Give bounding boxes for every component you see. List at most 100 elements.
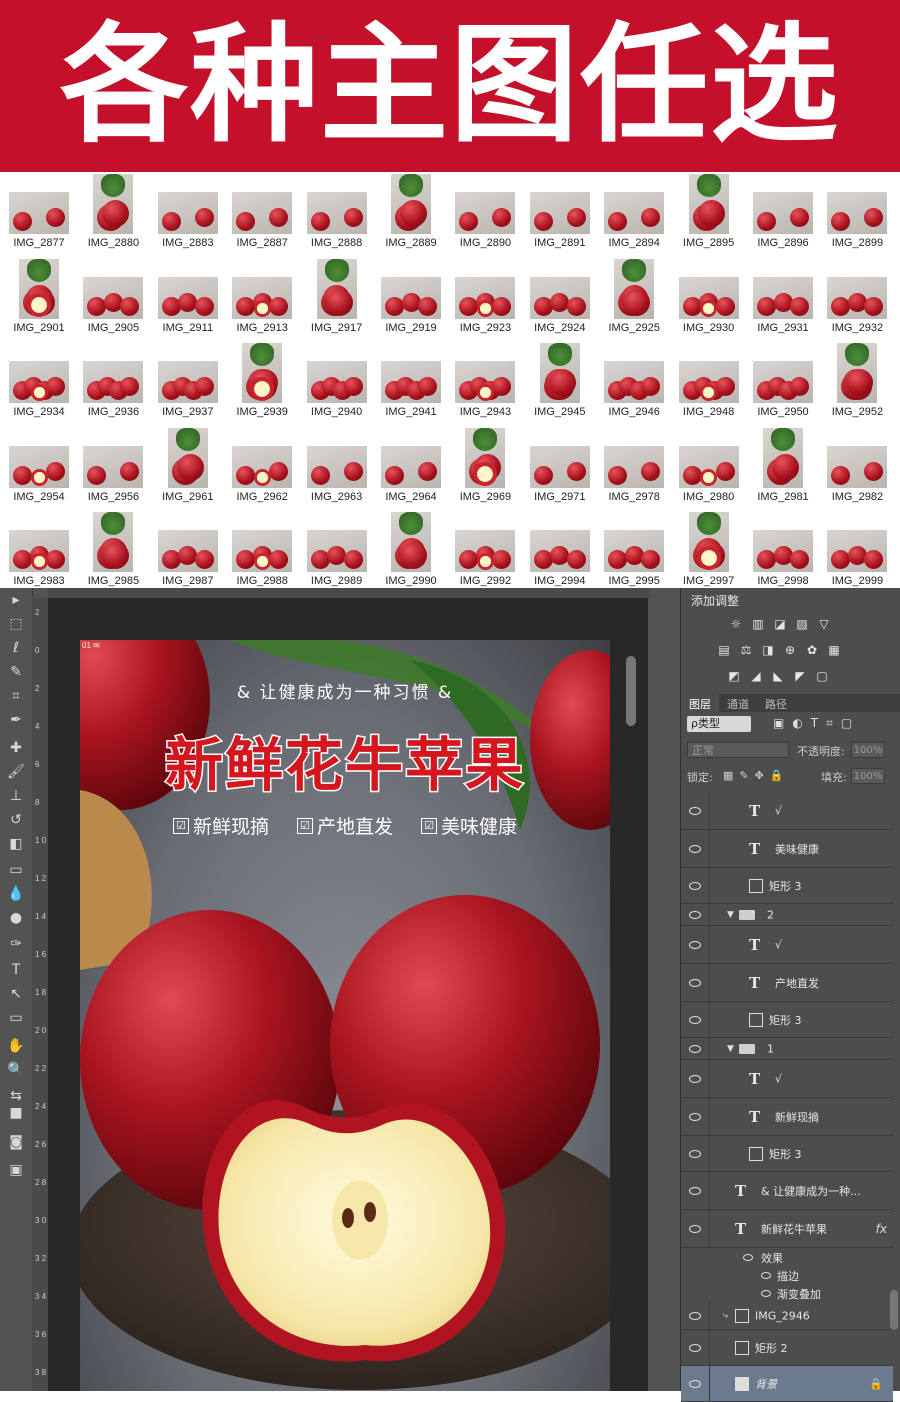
eye-icon[interactable] bbox=[689, 1343, 701, 1352]
stamp-tool-icon[interactable]: ⊥ bbox=[6, 786, 26, 806]
quick-mask-icon[interactable]: ◙ bbox=[6, 1132, 26, 1152]
history-brush-icon[interactable]: ↺ bbox=[6, 810, 26, 830]
thumbnail-item[interactable]: IMG_2932 bbox=[820, 257, 894, 334]
eraser-icon[interactable]: ◧ bbox=[6, 834, 26, 854]
hand-tool-icon[interactable]: ✋ bbox=[6, 1036, 26, 1056]
thumbnail-item[interactable]: IMG_2969 bbox=[448, 426, 522, 503]
thumbnail-item[interactable]: IMG_2997 bbox=[672, 510, 746, 587]
adjustment-layer-icon[interactable]: ▤ bbox=[717, 644, 731, 656]
thumbnail-item[interactable]: IMG_2954 bbox=[2, 426, 76, 503]
document-canvas[interactable]: 01 ✉ & 让健康成为一种习惯 & 新鲜花牛苹果 ☑ 新鲜现摘 ☑ 产地直发 ☑ 美… bbox=[80, 640, 610, 1391]
adjustment-layer-icon[interactable]: ⚖ bbox=[739, 644, 753, 656]
healing-brush-icon[interactable]: ✚ bbox=[6, 738, 26, 758]
adjustment-layer-icon[interactable]: ◪ bbox=[773, 618, 787, 630]
crop-tool-icon[interactable]: ⌗ bbox=[6, 686, 26, 706]
dodge-tool-icon[interactable]: ● bbox=[6, 908, 26, 928]
zoom-tool-icon[interactable]: 🔍 bbox=[6, 1060, 26, 1080]
eye-icon[interactable] bbox=[689, 806, 701, 815]
thumbnail-item[interactable]: IMG_2930 bbox=[672, 257, 746, 334]
eye-icon[interactable] bbox=[761, 1290, 771, 1297]
layer-row[interactable]: ⤷ IMG_2946 bbox=[681, 1302, 893, 1330]
thumbnail-item[interactable]: IMG_2924 bbox=[523, 257, 597, 334]
thumbnail-item[interactable]: IMG_2985 bbox=[76, 510, 150, 587]
thumbnail-item[interactable]: IMG_2946 bbox=[597, 341, 671, 418]
eye-icon[interactable] bbox=[689, 978, 701, 987]
thumbnail-item[interactable]: IMG_2956 bbox=[76, 426, 150, 503]
layer-effects[interactable]: 效果 描边 渐变叠加 bbox=[681, 1248, 893, 1302]
adjustment-layer-icon[interactable]: ▨ bbox=[795, 618, 809, 630]
thumbnail-item[interactable]: IMG_2964 bbox=[374, 426, 448, 503]
thumbnail-item[interactable]: IMG_2961 bbox=[151, 426, 225, 503]
color-swatch-icon[interactable]: ■ bbox=[6, 1103, 26, 1123]
layer-row[interactable]: 矩形 2 bbox=[681, 1330, 893, 1366]
thumbnail-item[interactable]: IMG_2890 bbox=[448, 172, 522, 249]
thumbnail-item[interactable]: IMG_2999 bbox=[820, 510, 894, 587]
thumbnail-item[interactable]: IMG_2941 bbox=[374, 341, 448, 418]
expand-arrow-icon[interactable]: ▼ bbox=[727, 910, 734, 920]
eye-icon[interactable] bbox=[689, 1379, 701, 1388]
screen-mode-icon[interactable]: ▣ bbox=[6, 1160, 26, 1180]
thumbnail-item[interactable]: IMG_2963 bbox=[300, 426, 374, 503]
layer-row[interactable]: T √ bbox=[681, 792, 893, 830]
layer-row[interactable]: T 新鲜现摘 bbox=[681, 1098, 893, 1136]
thumbnail-item[interactable]: IMG_2899 bbox=[820, 172, 894, 249]
eye-icon[interactable] bbox=[689, 1074, 701, 1083]
adjustment-layer-icon[interactable]: ◩ bbox=[727, 670, 741, 682]
path-select-icon[interactable]: ↖ bbox=[6, 984, 26, 1004]
layer-row[interactable]: 矩形 3 bbox=[681, 1136, 893, 1172]
thumbnail-item[interactable]: IMG_2936 bbox=[76, 341, 150, 418]
thumbnail-item[interactable]: IMG_2889 bbox=[374, 172, 448, 249]
adjustment-layer-icon[interactable]: ✿ bbox=[805, 644, 819, 656]
eye-icon[interactable] bbox=[743, 1254, 753, 1261]
thumbnail-item[interactable]: IMG_2983 bbox=[2, 510, 76, 587]
eye-icon[interactable] bbox=[689, 1311, 701, 1320]
thumbnail-item[interactable]: IMG_2995 bbox=[597, 510, 671, 587]
thumbnail-item[interactable]: IMG_2888 bbox=[300, 172, 374, 249]
thumbnail-item[interactable]: IMG_2913 bbox=[225, 257, 299, 334]
layer-row[interactable]: T 新鲜花牛苹果 fx bbox=[681, 1210, 893, 1248]
opacity-input[interactable]: 100% bbox=[851, 742, 885, 758]
thumbnail-item[interactable]: IMG_2937 bbox=[151, 341, 225, 418]
eye-icon[interactable] bbox=[689, 1015, 701, 1024]
thumbnail-item[interactable]: IMG_2950 bbox=[746, 341, 820, 418]
tab-paths[interactable]: 路径 bbox=[757, 694, 795, 712]
effect-item[interactable]: 描边 bbox=[777, 1268, 799, 1284]
thumbnail-item[interactable]: IMG_2990 bbox=[374, 510, 448, 587]
thumbnail-item[interactable]: IMG_2948 bbox=[672, 341, 746, 418]
thumbnail-item[interactable]: IMG_2905 bbox=[76, 257, 150, 334]
canvas-scrollbar[interactable] bbox=[626, 656, 636, 726]
layer-row[interactable]: T & 让健康成为一种... bbox=[681, 1172, 893, 1210]
layer-row[interactable]: T 产地直发 bbox=[681, 964, 893, 1002]
thumbnail-item[interactable]: IMG_2994 bbox=[523, 510, 597, 587]
effects-badge[interactable]: fx bbox=[876, 1222, 887, 1236]
blur-tool-icon[interactable]: 💧 bbox=[6, 884, 26, 904]
thumbnail-item[interactable]: IMG_2917 bbox=[300, 257, 374, 334]
thumbnail-item[interactable]: IMG_2989 bbox=[300, 510, 374, 587]
layer-row[interactable]: 背景 🔒 bbox=[681, 1366, 893, 1402]
thumbnail-item[interactable]: IMG_2939 bbox=[225, 341, 299, 418]
thumbnail-item[interactable]: IMG_2945 bbox=[523, 341, 597, 418]
thumbnail-item[interactable]: IMG_2992 bbox=[448, 510, 522, 587]
move-tool-icon[interactable]: ▸ bbox=[6, 590, 26, 610]
eye-icon[interactable] bbox=[689, 1186, 701, 1195]
tab-channels[interactable]: 通道 bbox=[719, 694, 757, 712]
type-tool-icon[interactable]: T bbox=[6, 960, 26, 980]
eye-icon[interactable] bbox=[689, 1149, 701, 1158]
adjustment-layer-icon[interactable]: ◢ bbox=[749, 670, 763, 682]
lock-icons[interactable]: ▦✎✥🔒 bbox=[723, 769, 790, 782]
thumbnail-item[interactable]: IMG_2896 bbox=[746, 172, 820, 249]
thumbnail-item[interactable]: IMG_2952 bbox=[820, 341, 894, 418]
adjustment-layer-icon[interactable]: ▢ bbox=[815, 670, 829, 682]
adjustment-layer-icon[interactable]: ▽ bbox=[817, 618, 831, 630]
layer-filter-select[interactable]: ρ类型 bbox=[687, 716, 751, 732]
marquee-tool-icon[interactable]: ⬚ bbox=[6, 614, 26, 634]
thumbnail-item[interactable]: IMG_2911 bbox=[151, 257, 225, 334]
eye-icon[interactable] bbox=[689, 1112, 701, 1121]
adjustment-layer-icon[interactable]: ◨ bbox=[761, 644, 775, 656]
eye-icon[interactable] bbox=[689, 1044, 701, 1053]
thumbnail-item[interactable]: IMG_2880 bbox=[76, 172, 150, 249]
fill-input[interactable]: 100% bbox=[851, 768, 885, 784]
expand-arrow-icon[interactable]: ▼ bbox=[727, 1044, 734, 1054]
adjustment-layer-icon[interactable]: ◤ bbox=[793, 670, 807, 682]
eye-icon[interactable] bbox=[689, 910, 701, 919]
